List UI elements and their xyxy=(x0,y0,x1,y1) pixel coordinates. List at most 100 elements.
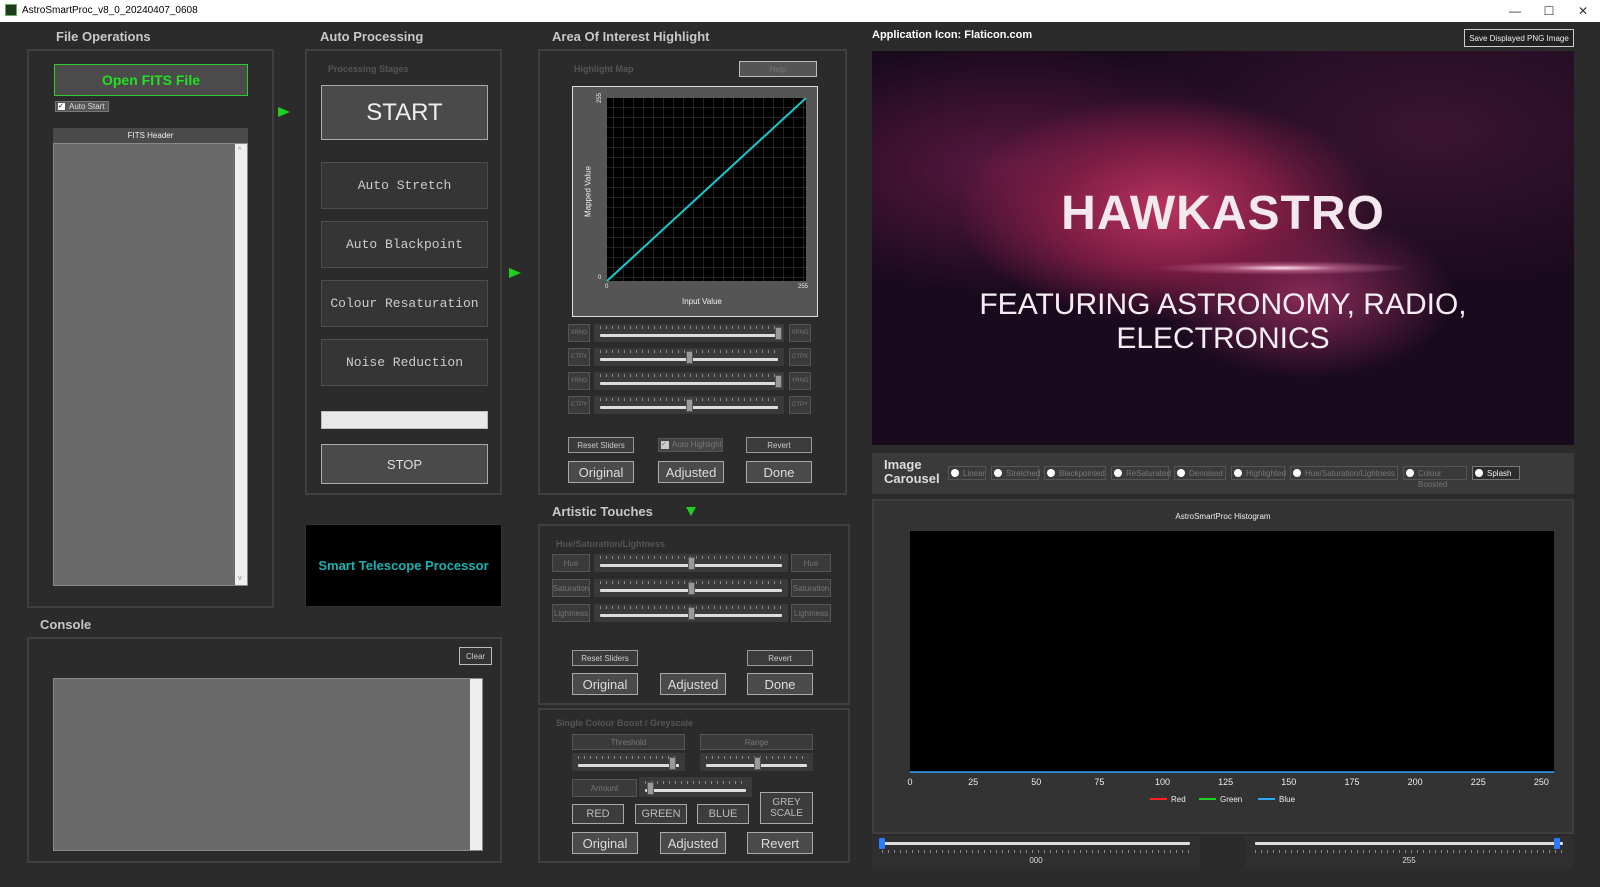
auto-processing-panel: Processing Stages START Auto Stretch Aut… xyxy=(305,49,502,495)
x-tick-label: 200 xyxy=(1408,777,1423,787)
hsl-slider[interactable] xyxy=(594,579,788,597)
carousel-option[interactable]: ReSaturated xyxy=(1111,466,1171,480)
high-range-thumb[interactable] xyxy=(1554,838,1560,849)
low-range-thumb[interactable] xyxy=(879,838,885,849)
close-icon[interactable]: ✕ xyxy=(1568,2,1598,20)
x-tick-label: 250 xyxy=(1534,777,1549,787)
collapse-arrow-icon[interactable] xyxy=(686,507,696,516)
carousel-option[interactable]: Highlighted xyxy=(1231,466,1286,480)
aoi-slider-thumb[interactable] xyxy=(686,399,693,412)
hsl-revert-button[interactable]: Revert xyxy=(747,650,813,666)
hsl-slider-label-left: Saturation xyxy=(552,579,590,597)
green-boost-button[interactable]: GREEN xyxy=(635,804,687,824)
aoi-panel: Highlight Map Help 255 0 0 255 Input Val… xyxy=(538,49,847,495)
carousel-option[interactable]: Splash xyxy=(1472,466,1520,480)
highlight-map-label: Highlight Map xyxy=(574,64,634,74)
grey-scale-button[interactable]: GREY SCALE xyxy=(760,792,813,824)
slider-track xyxy=(600,382,778,385)
aoi-slider[interactable] xyxy=(594,348,784,366)
auto-highlight-checkbox[interactable]: ✓ Auto Highlight xyxy=(658,438,723,452)
threshold-slider[interactable] xyxy=(572,753,685,771)
x-axis-label: Input Value xyxy=(682,297,722,306)
aoi-revert-button[interactable]: Revert xyxy=(746,437,812,453)
aoi-original-button[interactable]: Original xyxy=(568,461,634,483)
checkbox-check-icon: ✓ xyxy=(58,103,65,110)
plot-area xyxy=(910,531,1554,772)
carousel-option[interactable]: Denoised xyxy=(1174,466,1226,480)
scb-original-button[interactable]: Original xyxy=(572,832,638,854)
aoi-slider[interactable] xyxy=(594,396,784,414)
range-thumb[interactable] xyxy=(753,757,761,770)
aoi-slider-thumb[interactable] xyxy=(775,327,782,340)
slider-ticks xyxy=(645,781,746,784)
carousel-option[interactable]: Blackpointed xyxy=(1044,466,1106,480)
help-button[interactable]: Help xyxy=(739,61,817,77)
aoi-slider-thumb[interactable] xyxy=(686,351,693,364)
open-fits-file-button[interactable]: Open FITS File xyxy=(54,64,248,96)
hsl-adjusted-button[interactable]: Adjusted xyxy=(660,673,726,695)
noise-reduction-button[interactable]: Noise Reduction xyxy=(321,339,488,386)
hsl-slider-thumb[interactable] xyxy=(688,557,695,570)
console-panel: Clear xyxy=(27,637,502,863)
carousel-option[interactable]: Colour Boosted xyxy=(1403,466,1467,489)
console-output[interactable] xyxy=(53,678,483,851)
window-title: AstroSmartProc_v8_0_20240407_0608 xyxy=(22,5,198,16)
x-tick-label: 175 xyxy=(1344,777,1359,787)
hsl-slider[interactable] xyxy=(594,554,788,572)
hsl-slider[interactable] xyxy=(594,604,788,622)
auto-highlight-label: Auto Highlight xyxy=(672,440,722,449)
hsl-original-button[interactable]: Original xyxy=(572,673,638,695)
light-flare xyxy=(1152,261,1412,275)
aoi-slider[interactable] xyxy=(594,372,784,390)
auto-start-label: Auto Start xyxy=(69,102,105,111)
low-range-slider[interactable]: 000 xyxy=(872,836,1200,868)
aoi-adjusted-button[interactable]: Adjusted xyxy=(658,461,724,483)
clear-console-button[interactable]: Clear xyxy=(459,647,492,665)
x-tick-label: 75 xyxy=(1094,777,1104,787)
console-scrollbar[interactable] xyxy=(470,679,482,850)
hsl-slider-thumb[interactable] xyxy=(688,582,695,595)
slider-ticks xyxy=(1255,850,1563,853)
high-range-slider[interactable]: 255 xyxy=(1245,836,1573,868)
red-boost-button[interactable]: RED xyxy=(572,804,624,824)
hsl-slider-label-left: Hue xyxy=(552,554,590,572)
carousel-option[interactable]: Stretched xyxy=(991,466,1040,480)
auto-blackpoint-button[interactable]: Auto Blackpoint xyxy=(321,221,488,268)
range-slider[interactable] xyxy=(700,753,813,771)
minimize-icon[interactable]: — xyxy=(1500,2,1530,20)
amount-thumb[interactable] xyxy=(647,782,655,795)
threshold-thumb[interactable] xyxy=(668,757,676,770)
app-icon xyxy=(5,4,17,16)
hsl-done-button[interactable]: Done xyxy=(747,673,813,695)
scb-adjusted-button[interactable]: Adjusted xyxy=(660,832,726,854)
colour-resaturation-button[interactable]: Colour Resaturation xyxy=(321,280,488,327)
x-tick-label: 125 xyxy=(1218,777,1233,787)
carousel-option[interactable]: Linear xyxy=(948,466,986,480)
fits-header-list[interactable]: ^ v xyxy=(53,143,248,586)
slider-ticks xyxy=(578,756,679,759)
aoi-reset-sliders-button[interactable]: Reset Sliders xyxy=(568,437,634,453)
save-png-button[interactable]: Save Displayed PNG Image xyxy=(1464,29,1574,47)
scroll-down-icon[interactable]: v xyxy=(238,575,242,582)
threshold-label: Threshold xyxy=(572,734,685,750)
maximize-icon[interactable]: ☐ xyxy=(1534,2,1564,20)
start-button[interactable]: START xyxy=(321,85,488,140)
scb-revert-button[interactable]: Revert xyxy=(747,832,813,854)
hsl-reset-sliders-button[interactable]: Reset Sliders xyxy=(572,650,638,666)
aoi-slider-thumb[interactable] xyxy=(775,375,782,388)
fits-header-scrollbar[interactable]: ^ v xyxy=(235,144,247,585)
carousel-option[interactable]: Hue/Saturation/Lightness xyxy=(1290,466,1398,480)
legend-label-red: Red xyxy=(1171,795,1186,804)
blue-boost-button[interactable]: BLUE xyxy=(697,804,749,824)
aoi-slider[interactable] xyxy=(594,324,784,342)
auto-stretch-button[interactable]: Auto Stretch xyxy=(321,162,488,209)
hsl-slider-thumb[interactable] xyxy=(688,607,695,620)
auto-start-checkbox[interactable]: ✓ Auto Start xyxy=(55,101,109,112)
flow-arrow-icon xyxy=(509,268,521,278)
aoi-done-button[interactable]: Done xyxy=(746,461,812,483)
scroll-up-icon[interactable]: ^ xyxy=(238,147,241,154)
x-min-label: 0 xyxy=(605,284,609,290)
stop-button[interactable]: STOP xyxy=(321,444,488,484)
file-operations-header: File Operations xyxy=(56,29,151,44)
amount-slider[interactable] xyxy=(639,777,752,797)
